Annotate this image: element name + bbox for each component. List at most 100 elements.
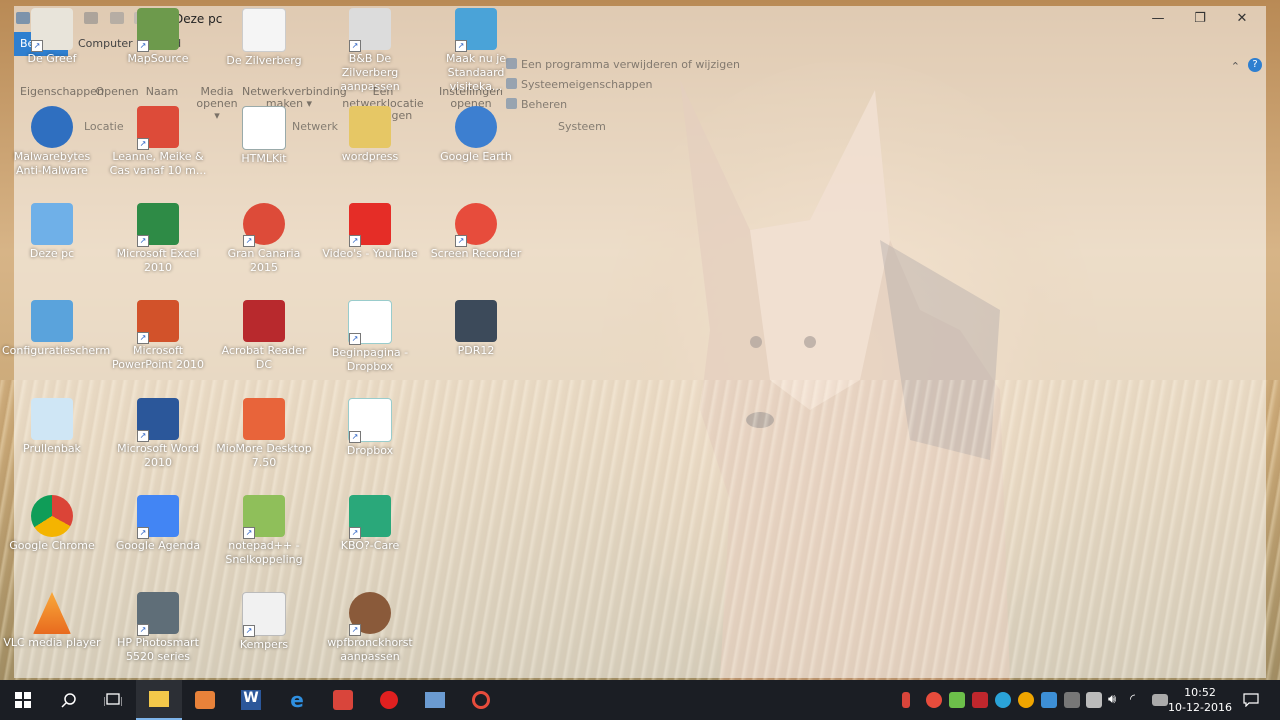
task-view-icon [104, 693, 122, 706]
desktop-icon-notepadpp[interactable]: ↗ notepad++ - Snelkoppeling [214, 495, 314, 567]
taskbar-app-bug[interactable] [366, 680, 412, 720]
battery-icon[interactable] [1086, 692, 1102, 708]
dropbox-icon: ↗ [348, 300, 392, 345]
desktop-icon-powerpoint[interactable]: ↗ Microsoft PowerPoint 2010 [108, 300, 208, 372]
properties-button[interactable]: Eigenschappen [20, 86, 104, 98]
shortcut-arrow-icon: ↗ [137, 235, 149, 247]
desktop-icon-youtube[interactable]: ↗ Video's - YouTube [320, 203, 420, 261]
desktop-icon-vlc[interactable]: VLC media player [2, 592, 102, 650]
acrobat-tray-icon[interactable] [972, 692, 988, 708]
desktop-icon-htmlkit[interactable]: HTMLKit [214, 106, 314, 166]
zilverberg-icon: ↗ [349, 8, 391, 52]
windows-logo-icon [15, 692, 31, 708]
google-plus-icon: ↗ [243, 203, 285, 247]
keyboard-icon[interactable] [1152, 694, 1168, 706]
desktop-icon-acrobat[interactable]: Acrobat Reader DC [214, 300, 314, 372]
update-icon[interactable] [1018, 692, 1034, 708]
system-properties-link[interactable]: Systeemeigenschappen [506, 78, 653, 91]
desktop-icon-hp-photosmart[interactable]: ↗ HP Photosmart 5520 series [108, 592, 208, 664]
skype-icon[interactable] [995, 692, 1011, 708]
desktop-icon-miomore[interactable]: MioMore Desktop 7.50 [214, 398, 314, 470]
flag-icon[interactable] [902, 692, 910, 708]
desktop-icon-kempers[interactable]: ↗ Kempers [214, 592, 314, 652]
desktop-icon-google-plus-photos[interactable]: ↗ Leanne, Meike & Cas vanaf 10 m... [108, 106, 208, 178]
taskbar-internet-explorer[interactable]: e [274, 680, 320, 720]
shortcut-arrow-icon: ↗ [137, 527, 149, 539]
desktop-icon-beginpagina-dropbox[interactable]: ↗ Beginpagina - Dropbox [320, 300, 420, 374]
google-earth-icon [455, 106, 497, 148]
folder-icon [149, 691, 169, 707]
desktop-icon-dropbox[interactable]: ↗ Dropbox [320, 398, 420, 458]
wifi-icon[interactable]: ◜ [1130, 692, 1146, 708]
shortcut-arrow-icon: ↗ [137, 430, 149, 442]
taskbar-file-explorer[interactable] [136, 680, 182, 720]
rename-button[interactable]: Naam [142, 86, 182, 98]
visitekaart-icon: ↗ [455, 8, 497, 52]
search-icon [61, 693, 76, 708]
media-player-icon [195, 691, 215, 709]
taskbar-app-red[interactable] [320, 680, 366, 720]
document-icon [242, 8, 286, 52]
desktop-icon-deze-pc[interactable]: Deze pc [2, 203, 102, 261]
action-center-button[interactable] [1228, 680, 1274, 720]
notification-icon [1243, 693, 1259, 707]
uninstall-program-link[interactable]: Een programma verwijderen of wijzigen [506, 58, 740, 71]
malwarebytes-icon [31, 106, 73, 148]
desktop-icon-word[interactable]: ↗ Microsoft Word 2010 [108, 398, 208, 470]
taskbar-media-player[interactable] [182, 680, 228, 720]
desktop-icon-google-agenda[interactable]: ↗ Google Agenda [108, 495, 208, 553]
kbo-care-icon: ↗ [349, 495, 391, 539]
acrobat-icon [243, 300, 285, 342]
usb-icon[interactable] [1064, 692, 1080, 708]
kempers-icon: ↗ [242, 592, 286, 637]
desktop-icon-screen-recorder[interactable]: ↗ Screen Recorder [426, 203, 526, 261]
taskbar-app-window[interactable] [412, 680, 458, 720]
shortcut-arrow-icon: ↗ [349, 624, 361, 636]
volume-icon[interactable]: 🔊︎ [1108, 692, 1124, 708]
desktop-icon-visitekaart[interactable]: ↗ Maak nu je Standaard visiteka... [426, 8, 526, 94]
bug-icon [380, 691, 398, 709]
clock-time: 10:52 [1184, 686, 1216, 699]
shortcut-arrow-icon: ↗ [349, 431, 361, 443]
desktop-icon-mapsource[interactable]: ↗ MapSource [108, 8, 208, 66]
minimize-button[interactable]: — [1136, 6, 1180, 30]
youtube-icon: ↗ [349, 203, 391, 247]
task-view-button[interactable] [90, 680, 136, 720]
desktop-icon-gran-canaria[interactable]: ↗ Gran Canaria 2015 [214, 203, 314, 275]
app-window-icon [425, 692, 445, 708]
shortcut-arrow-icon: ↗ [137, 624, 149, 636]
desktop-icon-kbo-care[interactable]: ↗ KBO?-Care [320, 495, 420, 553]
shortcut-arrow-icon: ↗ [137, 40, 149, 52]
taskbar-clock[interactable]: 10:52 10-12-2016 [1168, 685, 1232, 715]
desktop-icon-bb-zilverberg[interactable]: ↗ B&B De Zilverberg aanpassen [320, 8, 420, 94]
dropbox-tray-icon[interactable] [1041, 692, 1057, 708]
taskbar-screen-recorder[interactable] [458, 680, 504, 720]
desktop-icon-configuratiescherm[interactable]: Configuratiescherm [2, 300, 110, 358]
record-icon [472, 691, 490, 709]
maximize-button[interactable]: ❐ [1178, 6, 1222, 30]
desktop-icon-wordpress[interactable]: wordpress [320, 106, 420, 164]
folder-icon [349, 106, 391, 148]
power-app-icon [333, 690, 353, 710]
desktop-icon-google-chrome[interactable]: Google Chrome [2, 495, 102, 553]
desktop-icon-de-zilverberg[interactable]: De Zilverberg [214, 8, 314, 68]
desktop-icon-prullenbak[interactable]: Prullenbak [2, 398, 102, 456]
desktop-icon-pdr12[interactable]: PDR12 [426, 300, 526, 358]
start-button[interactable] [0, 680, 46, 720]
chrome-icon [31, 495, 73, 537]
puzzle-icon[interactable] [949, 692, 965, 708]
desktop-icon-google-earth[interactable]: Google Earth [426, 106, 526, 164]
desktop-icon-excel[interactable]: ↗ Microsoft Excel 2010 [108, 203, 208, 275]
taskbar-word[interactable]: W [228, 680, 274, 720]
close-button[interactable]: ✕ [1220, 6, 1264, 30]
desktop-icon-malwarebytes[interactable]: Malwarebytes Anti-Malware [2, 106, 102, 178]
desktop-icon-wpfbronckhorst[interactable]: ↗ wpfbronckhorst aanpassen [320, 592, 420, 664]
dropbox-icon: ↗ [348, 398, 392, 443]
desktop-icon-de-greef[interactable]: ↗ De Greef [2, 8, 102, 66]
calendar-icon: ↗ [137, 495, 179, 539]
miomore-icon [243, 398, 285, 440]
record-tray-icon[interactable] [926, 692, 942, 708]
vlc-icon [33, 592, 71, 634]
search-button[interactable] [46, 680, 92, 720]
open-button[interactable]: Openen [94, 86, 140, 98]
